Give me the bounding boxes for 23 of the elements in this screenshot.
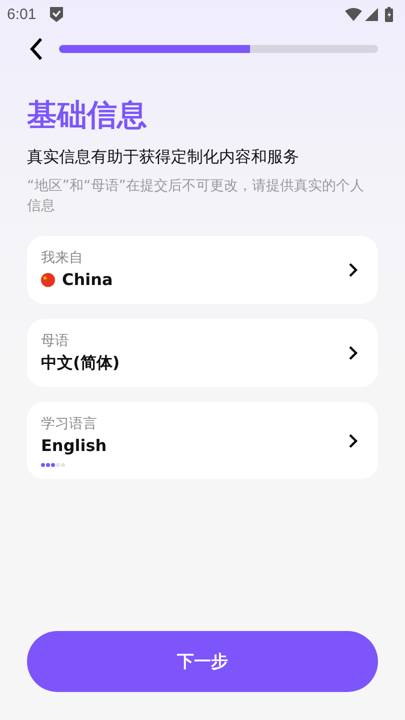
- status-time: 6:01: [7, 6, 36, 22]
- page-title: 基础信息: [27, 97, 148, 135]
- subtitle: 真实信息有助于获得定制化内容和服务: [27, 146, 300, 168]
- field-value: English: [41, 435, 107, 457]
- signal-icon: [365, 8, 378, 20]
- field-value: China: [62, 269, 113, 291]
- field-label: 我来自: [41, 249, 84, 268]
- chevron-right-icon: [348, 432, 358, 448]
- back-button[interactable]: [27, 37, 45, 61]
- next-button[interactable]: 下一步: [27, 631, 378, 692]
- selection-card[interactable]: 母语 中文(简体): [27, 319, 378, 387]
- field-value: 中文(简体): [41, 352, 120, 374]
- selection-card[interactable]: 我来自 China: [27, 236, 378, 304]
- notice-text: “地区”和“母语”在提交后不可更改，请提供真实的个人信息: [27, 177, 366, 216]
- shield-icon: [50, 6, 64, 22]
- wifi-icon: [345, 8, 362, 20]
- battery-icon: [385, 6, 393, 22]
- selection-card[interactable]: 学习语言 English: [27, 402, 378, 479]
- chevron-right-icon: [348, 345, 358, 361]
- field-label: 母语: [41, 332, 70, 351]
- flag-icon: [41, 273, 55, 287]
- chevron-right-icon: [348, 262, 358, 278]
- field-label: 学习语言: [41, 415, 98, 434]
